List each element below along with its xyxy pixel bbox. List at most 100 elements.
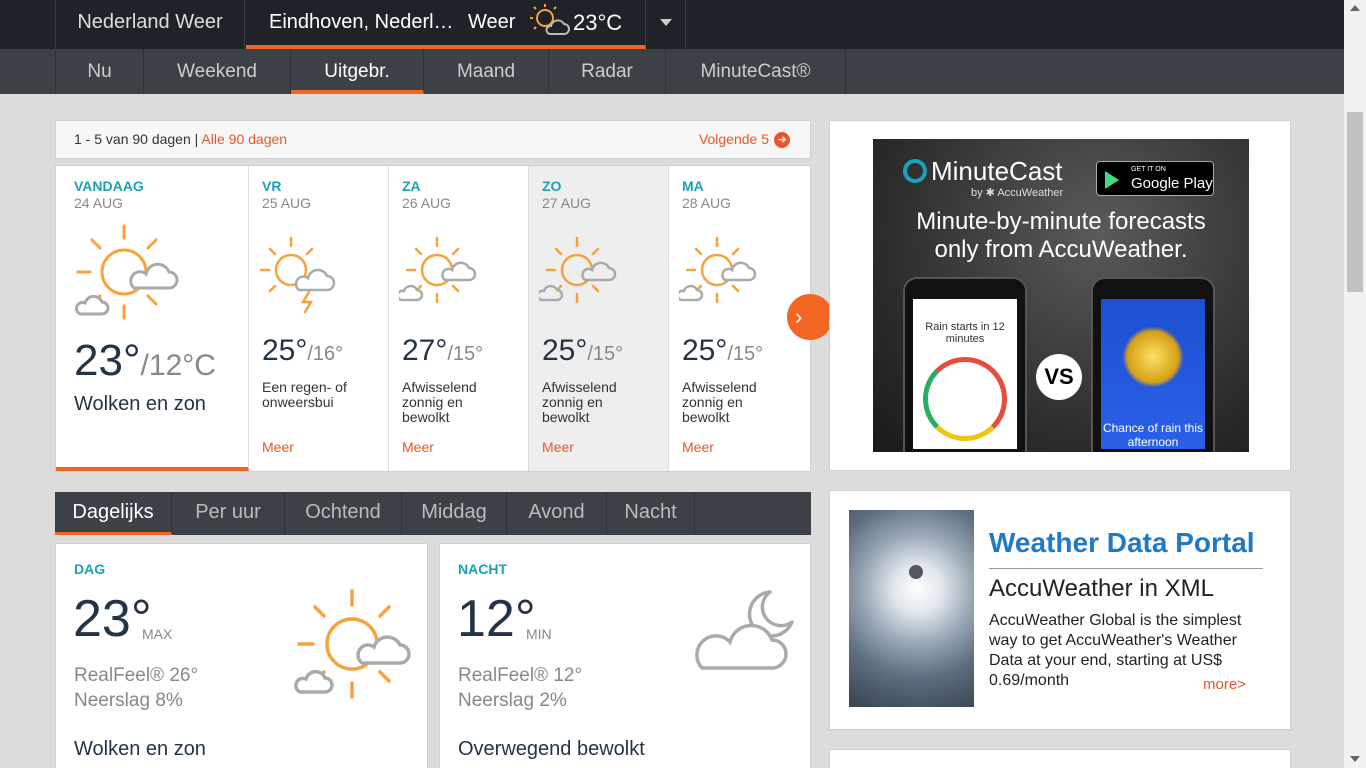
divider <box>989 568 1263 569</box>
next-sidebar-card <box>829 749 1291 768</box>
location-name: Eindhoven, Nederl… <box>269 11 454 33</box>
panel-label: NACHT <box>458 561 507 577</box>
chevron-down-icon <box>660 19 672 26</box>
more-link[interactable]: Meer <box>542 439 574 455</box>
sun-cloud-icon <box>536 234 619 313</box>
portal-more-link[interactable]: more> <box>1203 676 1246 693</box>
tab-middag[interactable]: Middag <box>402 492 507 535</box>
tab-ochtend[interactable]: Ochtend <box>285 492 402 535</box>
range-label: 1 - 5 van 90 dagen <box>74 131 191 147</box>
location-dropdown-toggle[interactable] <box>646 0 686 49</box>
scrollbar-thumb[interactable] <box>1347 112 1363 292</box>
day-description: Afwisselend zonnig en bewolkt <box>542 379 617 425</box>
sun-cloud-icon <box>676 234 759 313</box>
tab-nacht[interactable]: Nacht <box>607 492 695 535</box>
droplet-icon <box>903 159 927 183</box>
page-scrollbar[interactable] <box>1344 0 1366 768</box>
day-description: Wolken en zon <box>74 393 206 415</box>
sun-cloud-icon <box>528 2 570 55</box>
day-card-za[interactable]: ZA 26 AUG 27°/15° Afwisselend zonnig en … <box>389 166 529 471</box>
nav-tab-maand[interactable]: Maand <box>424 49 549 94</box>
chance-rain-text: Chance of rain this afternoon <box>1102 421 1204 449</box>
day-name: ZO <box>542 178 562 194</box>
day-card-today[interactable]: VANDAAG 24 AUG 23°/12°C Wolken en zon <box>56 166 249 471</box>
range-separator: | <box>194 131 199 147</box>
panel-description: Wolken en zon <box>74 738 206 760</box>
phone-screen: Chance of rain this afternoon <box>1101 299 1205 449</box>
thunderstorm-icon <box>259 234 339 319</box>
ad-headline-2: only from AccuWeather. <box>934 236 1188 263</box>
high-value: 25° <box>682 334 728 367</box>
phone-screen: Rain starts in 12 minutes <box>913 299 1017 449</box>
weather-label: Weer <box>468 11 516 33</box>
low-value: /15° <box>447 343 484 365</box>
panel-realfeel: RealFeel® 12° <box>458 665 583 686</box>
minutecast-ad[interactable]: MinuteCast by ✱ AccuWeather GET IT ON Go… <box>829 120 1291 471</box>
nav-tab-minutecast[interactable]: MinuteCast® <box>666 49 846 94</box>
current-temperature: 23°C <box>573 10 623 35</box>
high-value: 27° <box>402 334 448 367</box>
country-weather-link[interactable]: Nederland Weer <box>55 0 245 49</box>
low-value: /16° <box>307 343 344 365</box>
tab-dagelijks[interactable]: Dagelijks <box>55 492 172 535</box>
portal-subtitle: AccuWeather in XML <box>989 575 1214 602</box>
minute-ring-graphic <box>923 357 1007 441</box>
arrow-right-icon: ➜ <box>774 132 790 149</box>
minutecast-logo: MinuteCast <box>903 156 1063 187</box>
phone-mockup-competitor: Chance of rain this afternoon <box>1091 277 1215 452</box>
low-value: /15° <box>727 343 764 365</box>
day-description: Afwisselend zonnig en bewolkt <box>402 379 477 425</box>
more-link[interactable]: Meer <box>402 439 434 455</box>
scroll-up-arrow-icon[interactable] <box>1350 5 1360 11</box>
play-store-icon <box>1105 171 1119 189</box>
more-link[interactable]: Meer <box>682 439 714 455</box>
low-value: /15° <box>587 343 624 365</box>
hurricane-satellite-image <box>849 510 974 707</box>
ad-headline-1: Minute-by-minute forecasts <box>916 208 1206 235</box>
top-bar: Nederland Weer Eindhoven, Nederl… Weer 2… <box>0 0 1344 49</box>
day-card-zo[interactable]: ZO 27 AUG 25°/15° Afwisselend zonnig en … <box>529 166 669 471</box>
panel-label: DAG <box>74 561 106 577</box>
more-link[interactable]: Meer <box>262 439 294 455</box>
nav-tab-weekend[interactable]: Weekend <box>144 49 291 94</box>
day-range-pager: 1 - 5 van 90 dagen | Alle 90 dagen Volge… <box>55 120 811 159</box>
current-location-tab[interactable]: Eindhoven, Nederl… Weer 23°C <box>246 0 646 49</box>
store-small-text: GET IT ON <box>1131 166 1166 173</box>
panel-precipitation: Neerslag 8% <box>74 690 183 711</box>
minutecast-ad-banner: MinuteCast by ✱ AccuWeather GET IT ON Go… <box>873 139 1249 452</box>
portal-title: Weather Data Portal <box>989 527 1255 558</box>
sun-cloud-icon <box>396 234 479 313</box>
nav-tab-radar[interactable]: Radar <box>549 49 666 94</box>
next-five-link[interactable]: Volgende 5 ➜ <box>699 121 790 158</box>
day-description: Een regen- of onweersbui <box>262 379 347 410</box>
day-high-temp: 25°/16° <box>262 334 343 368</box>
all-days-link[interactable]: Alle 90 dagen <box>201 131 287 147</box>
day-card-vr[interactable]: VR 25 AUG 25°/16° Een regen- of onweersb… <box>249 166 389 471</box>
panel-temperature: 12° <box>457 590 536 648</box>
tab-per-uur[interactable]: Per uur <box>172 492 285 535</box>
store-name: Google Play <box>1131 175 1213 192</box>
day-date: 25 AUG <box>262 195 312 211</box>
day-name: MA <box>682 178 704 194</box>
day-description: Afwisselend zonnig en bewolkt <box>682 379 757 425</box>
nav-tab-nu[interactable]: Nu <box>55 49 144 94</box>
google-play-badge[interactable]: GET IT ON Google Play <box>1096 161 1214 196</box>
minutecast-logo-text: MinuteCast <box>931 156 1063 186</box>
vs-badge: VS <box>1036 354 1082 400</box>
nav-tab-uitgebr[interactable]: Uitgebr. <box>291 49 424 94</box>
day-high-temp: 27°/15° <box>402 334 483 368</box>
day-detail-panel: DAG 23° MAX RealFeel® 26° Neerslag 8% Wo… <box>55 543 428 768</box>
accuweather-byline: by ✱ AccuWeather <box>971 187 1064 199</box>
day-high-temp: 23°/12°C <box>74 336 216 386</box>
detail-tabs: Dagelijks Per uur Ochtend Middag Avond N… <box>55 492 811 535</box>
day-high-temp: 25°/15° <box>682 334 763 368</box>
next-days-button[interactable]: › <box>787 294 833 340</box>
weather-data-portal-ad[interactable]: Weather Data Portal AccuWeather in XML A… <box>829 490 1291 730</box>
sun-storm-icon <box>1123 327 1183 387</box>
forecast-nav: Nu Weekend Uitgebr. Maand Radar MinuteCa… <box>0 49 1344 94</box>
scroll-down-arrow-icon[interactable] <box>1350 756 1360 762</box>
panel-realfeel: RealFeel® 26° <box>74 665 199 686</box>
five-day-forecast: VANDAAG 24 AUG 23°/12°C Wolken en zon VR… <box>55 165 811 472</box>
tab-avond[interactable]: Avond <box>507 492 607 535</box>
hurricane-eye <box>909 565 923 579</box>
